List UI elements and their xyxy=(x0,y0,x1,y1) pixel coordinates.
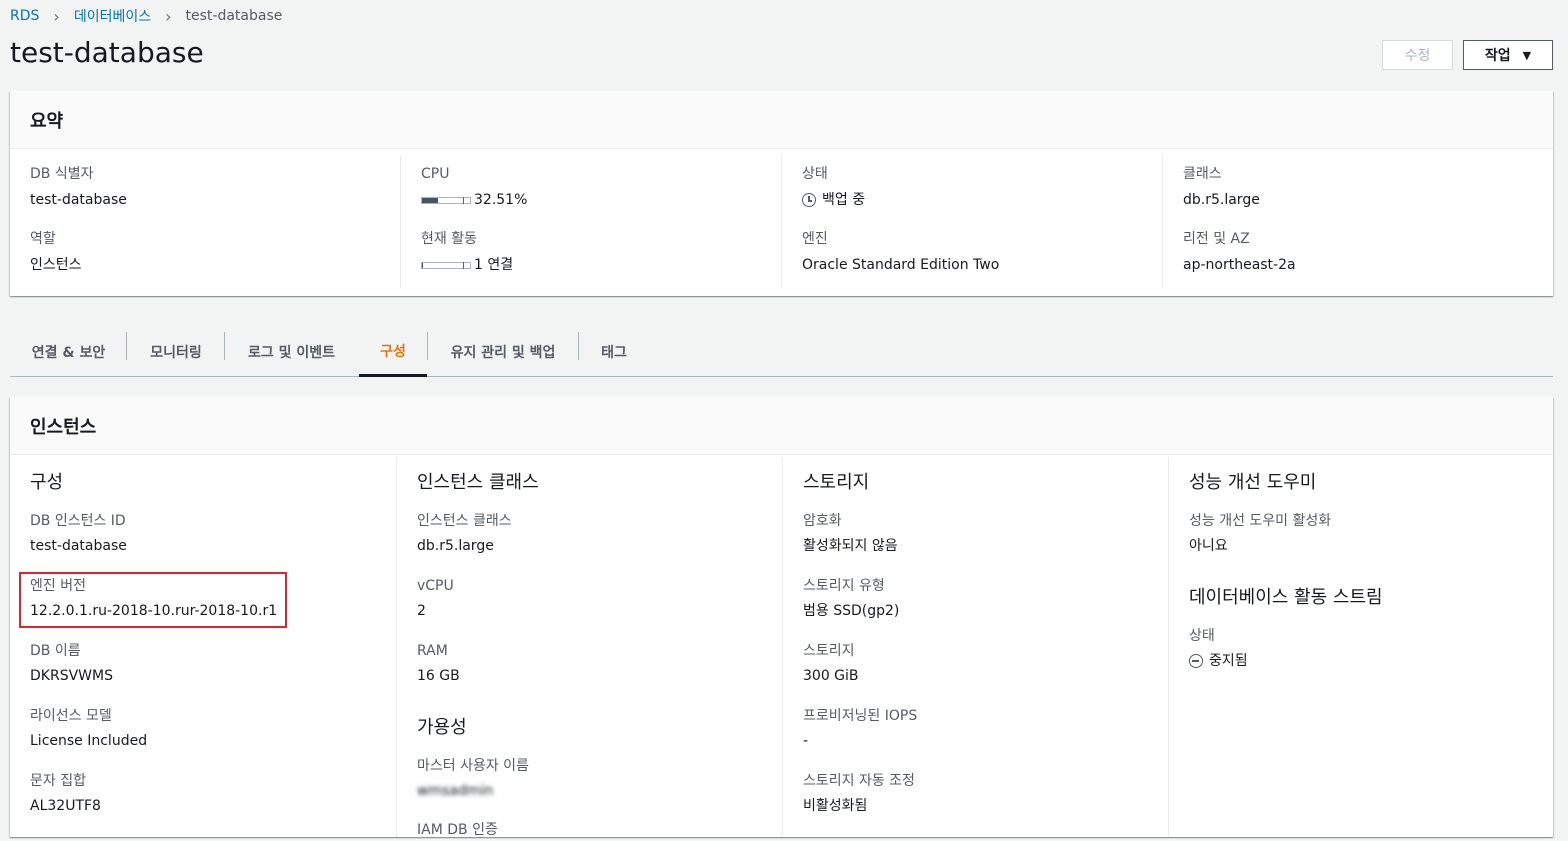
actions-label: 작업 xyxy=(1484,48,1511,64)
encryption-value: 활성화되지 않음 xyxy=(803,538,898,554)
role-value: 인스턴스 xyxy=(30,257,82,273)
storage-title: 스토리지 xyxy=(803,472,870,493)
tab-label: 태그 xyxy=(601,345,627,361)
field-label: 역할 xyxy=(30,231,56,247)
storage-size-value: 300 GiB xyxy=(803,668,859,684)
engine-version-value: 12.2.0.1.ru-2018-10.rur-2018-10.r1 xyxy=(30,603,278,619)
breadcrumb: RDS › 데이터베이스 › test-database xyxy=(10,6,282,26)
chevron-right-icon: › xyxy=(53,6,60,26)
summary-col-class: 클래스 db.r5.large 리전 및 AZ ap-northeast-2a xyxy=(1162,156,1543,288)
breadcrumb-databases[interactable]: 데이터베이스 xyxy=(74,6,151,26)
field-label: vCPU xyxy=(417,578,454,594)
breadcrumb-rds[interactable]: RDS xyxy=(10,8,39,24)
field-label: IAM DB 인증 xyxy=(417,822,498,838)
tab-maintenance-backup[interactable]: 유지 관리 및 백업 xyxy=(427,328,579,376)
db-identifier-value: test-database xyxy=(30,192,127,208)
config-column: 구성 DB 인스턴스 ID test-database 엔진 버전 12.2.0… xyxy=(10,457,396,837)
summary-panel: 요약 DB 식별자 test-database 역할 인스턴스 CPU 32.5… xyxy=(10,91,1553,296)
tab-tags[interactable]: 태그 xyxy=(579,328,649,376)
cpu-value: 32.51% xyxy=(474,192,528,208)
field-label: 암호화 xyxy=(803,513,842,529)
clock-icon xyxy=(802,193,816,207)
field-label: 스토리지 자동 조정 xyxy=(803,773,915,789)
tab-monitoring[interactable]: 모니터링 xyxy=(127,328,225,376)
engine-value: Oracle Standard Edition Two xyxy=(802,257,1000,273)
tab-connectivity[interactable]: 연결 & 보안 xyxy=(10,328,127,376)
page-title: test-database xyxy=(10,36,204,69)
tab-label: 로그 및 이벤트 xyxy=(247,345,336,361)
instance-class-value: db.r5.large xyxy=(417,538,494,554)
perf-insights-value: 아니요 xyxy=(1189,538,1228,554)
chevron-right-icon: › xyxy=(165,6,172,26)
connections-bar xyxy=(421,261,471,269)
breadcrumb-current: test-database xyxy=(185,8,283,24)
tab-bar: 연결 & 보안 모니터링 로그 및 이벤트 구성 유지 관리 및 백업 태그 xyxy=(10,328,1553,377)
storage-type-value: 범용 SSD(gp2) xyxy=(803,603,900,619)
field-label: CPU xyxy=(421,166,450,182)
tab-configuration[interactable]: 구성 xyxy=(359,328,427,377)
summary-col-cpu: CPU 32.51% 현재 활동 1 연결 xyxy=(400,156,781,288)
storage-column: 스토리지 암호화 활성화되지 않음 스토리지 유형 범용 SSD(gp2) 스토… xyxy=(782,457,1168,837)
config-title: 구성 xyxy=(30,472,64,493)
ram-value: 16 GB xyxy=(417,668,460,684)
caret-down-icon: ▼ xyxy=(1522,48,1532,62)
activity-stream-status: 중지됨 xyxy=(1209,653,1248,669)
field-label: 리전 및 AZ xyxy=(1183,231,1250,247)
edit-button[interactable]: 수정 xyxy=(1382,40,1453,70)
field-label: 엔진 xyxy=(802,231,828,247)
field-label: DB 인스턴스 ID xyxy=(30,513,126,529)
cpu-bar xyxy=(421,196,471,204)
iops-value: - xyxy=(803,733,809,749)
field-label: 마스터 사용자 이름 xyxy=(417,758,529,774)
field-label: DB 식별자 xyxy=(30,166,94,182)
tab-label: 구성 xyxy=(380,344,406,360)
tab-logs-events[interactable]: 로그 및 이벤트 xyxy=(225,328,358,376)
license-model-value: License Included xyxy=(30,733,148,749)
field-label: 성능 개선 도우미 활성화 xyxy=(1189,513,1332,529)
performance-column: 성능 개선 도우미 성능 개선 도우미 활성화 아니요 데이터베이스 활동 스트… xyxy=(1168,457,1553,837)
master-username-value: wmsadmin xyxy=(417,783,494,799)
stop-icon xyxy=(1189,654,1203,668)
field-label: 현재 활동 xyxy=(421,231,477,247)
summary-col-identifier: DB 식별자 test-database 역할 인스턴스 xyxy=(10,156,391,288)
field-label: 엔진 버전 xyxy=(30,578,86,594)
perf-insights-title: 성능 개선 도우미 xyxy=(1189,472,1317,493)
class-value: db.r5.large xyxy=(1183,192,1260,208)
instance-panel: 인스턴스 구성 DB 인스턴스 ID test-database 엔진 버전 1… xyxy=(10,397,1553,838)
field-label: 인스턴스 클래스 xyxy=(417,513,512,529)
status-value: 백업 중 xyxy=(822,192,866,208)
tab-label: 모니터링 xyxy=(150,345,202,361)
connections-value: 1 연결 xyxy=(474,257,514,273)
summary-title: 요약 xyxy=(10,91,1553,149)
field-label: 라이선스 모델 xyxy=(30,708,112,724)
instance-id-value: test-database xyxy=(30,538,127,554)
activity-stream-title: 데이터베이스 활동 스트림 xyxy=(1189,587,1383,608)
summary-col-status: 상태 백업 중 엔진 Oracle Standard Edition Two xyxy=(781,156,1162,288)
field-label: 클래스 xyxy=(1183,166,1222,182)
instance-class-title: 인스턴스 클래스 xyxy=(417,472,539,493)
instance-class-column: 인스턴스 클래스 인스턴스 클래스 db.r5.large vCPU 2 RAM… xyxy=(396,457,782,838)
field-label: 상태 xyxy=(802,166,828,182)
field-label: RAM xyxy=(417,643,448,659)
availability-title: 가용성 xyxy=(417,717,467,738)
region-az-value: ap-northeast-2a xyxy=(1183,257,1296,273)
field-label: 상태 xyxy=(1189,628,1215,644)
field-label: 스토리지 xyxy=(803,643,855,659)
field-label: 문자 집합 xyxy=(30,773,86,789)
charset-value: AL32UTF8 xyxy=(30,798,101,814)
tab-label: 연결 & 보안 xyxy=(31,345,106,361)
instance-title: 인스턴스 xyxy=(10,397,1553,455)
vcpu-value: 2 xyxy=(417,603,426,619)
autoscaling-value: 비활성화됨 xyxy=(803,798,868,814)
db-name-value: DKRSVWMS xyxy=(30,668,113,684)
actions-button[interactable]: 작업 ▼ xyxy=(1463,40,1553,70)
tab-label: 유지 관리 및 백업 xyxy=(450,345,556,361)
field-label: DB 이름 xyxy=(30,643,81,659)
field-label: 스토리지 유형 xyxy=(803,578,885,594)
field-label: 프로비저닝된 IOPS xyxy=(803,708,918,724)
